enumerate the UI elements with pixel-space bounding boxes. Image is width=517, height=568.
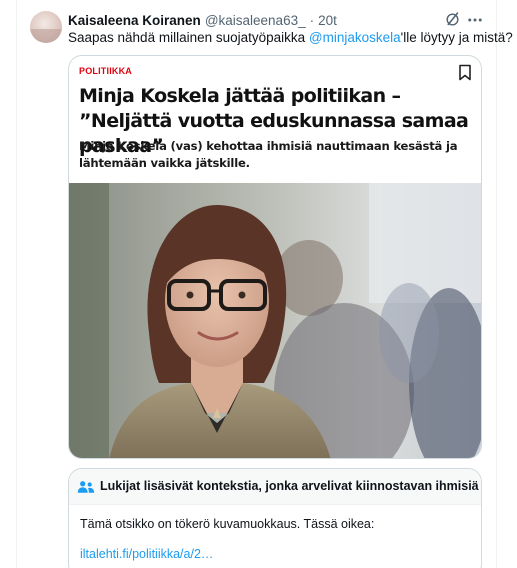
tweet-text: Saapas nähdä millainen suojatyöpaikka @m… [68, 29, 513, 47]
mention-link[interactable]: @minjakoskela [309, 30, 401, 45]
tweet-text-before: Saapas nähdä millainen suojatyöpaikka [68, 30, 309, 45]
article-card[interactable]: POLITIIKKA Minja Koskela jättää politiik… [68, 55, 482, 459]
tweet-text-after: 'lle löytyy ja mistä? [400, 30, 513, 45]
community-note-body: Tämä otsikko on tökerö kuvamuokkaus. Täs… [80, 517, 375, 531]
avatar[interactable] [30, 11, 62, 43]
timeline-border-right [496, 0, 497, 568]
community-note-header: Lukijat lisäsivät kontekstia, jonka arve… [69, 469, 481, 505]
more-icon[interactable] [466, 12, 484, 28]
bookmark-icon[interactable] [458, 64, 472, 81]
article-photo [69, 183, 481, 458]
community-note-title: Lukijat lisäsivät kontekstia, jonka arve… [100, 479, 479, 493]
tweet-header: Kaisaleena Koiranen @kaisaleena63_ · 20t [68, 11, 337, 29]
avatar-shade [30, 29, 62, 43]
author-handle[interactable]: @kaisaleena63_ [205, 13, 306, 28]
community-note: Lukijat lisäsivät kontekstia, jonka arve… [68, 468, 482, 568]
article-lead: Minja Koskela (vas) kehottaa ihmisiä nau… [79, 139, 458, 170]
article-category: POLITIIKKA [79, 66, 132, 76]
community-note-link[interactable]: iltalehti.fi/politiikka/a/2… [80, 547, 213, 561]
people-icon [77, 481, 95, 493]
timeline-border-left [16, 0, 17, 568]
header-separator: · [309, 12, 315, 28]
author-name[interactable]: Kaisaleena Koiranen [68, 13, 201, 28]
grok-icon[interactable] [444, 11, 461, 28]
timestamp[interactable]: 20t [318, 13, 337, 28]
